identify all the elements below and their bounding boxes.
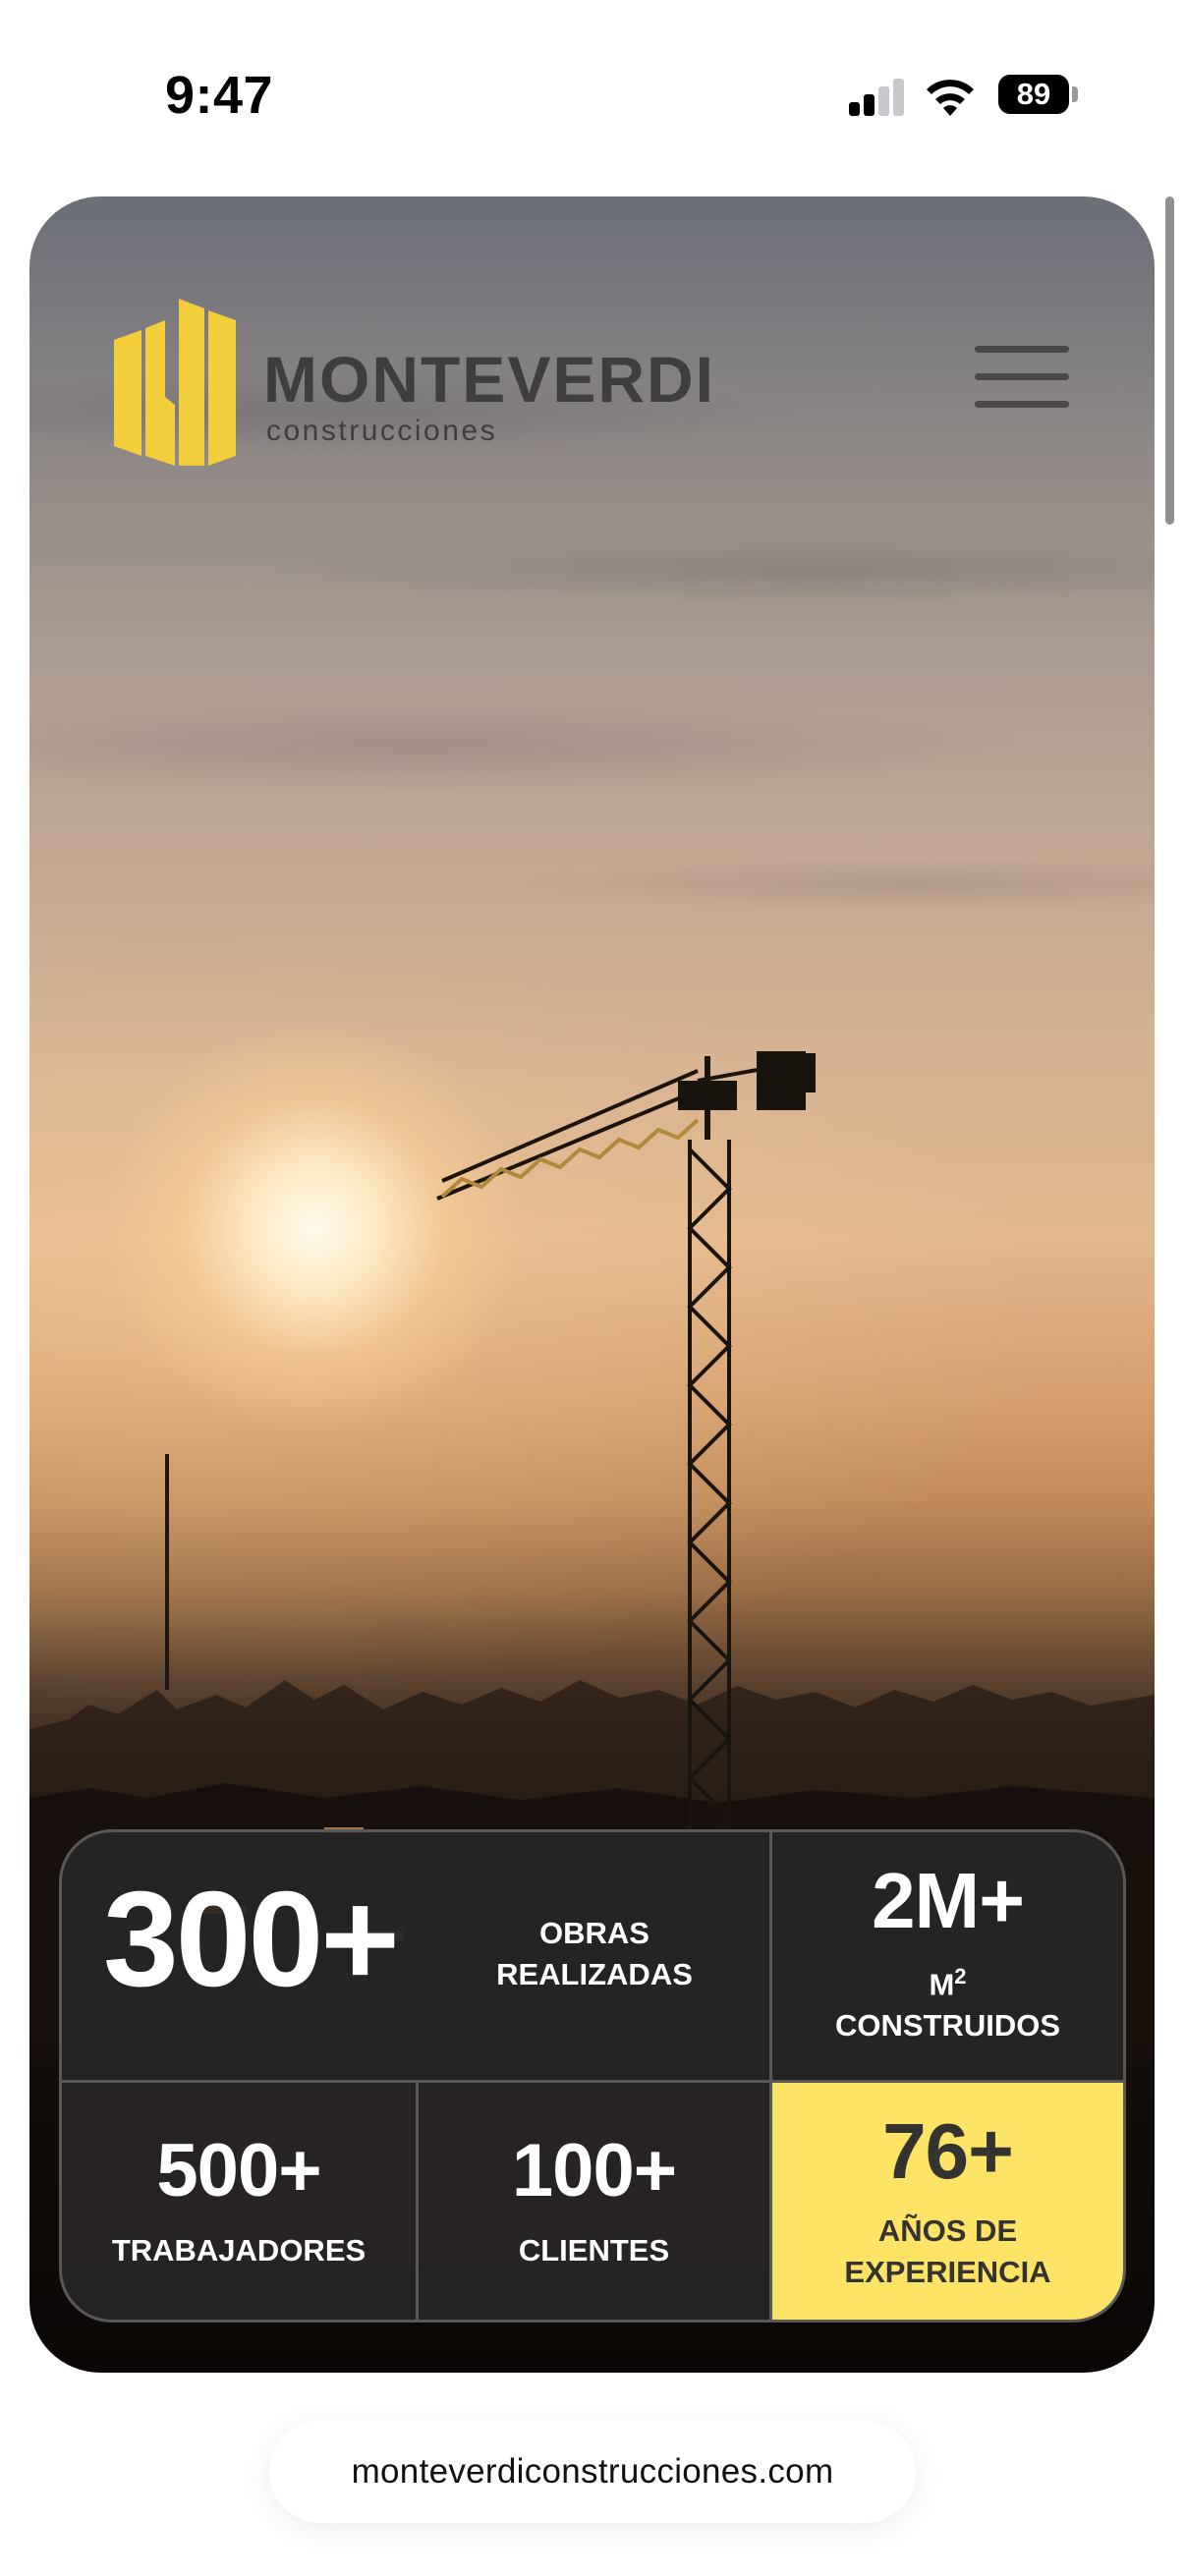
stat-experiencia: 76+ AÑOS DE EXPERIENCIA — [772, 2083, 1123, 2320]
stat-label: CLIENTES — [518, 2233, 670, 2268]
stat-clientes: 100+ CLIENTES — [419, 2083, 772, 2320]
stat-label: TRABAJADORES — [111, 2233, 367, 2268]
stat-value: 76+ — [882, 2107, 1014, 2195]
stat-trabajadores: 500+ TRABAJADORES — [62, 2083, 419, 2320]
stat-label: AÑOS DE EXPERIENCIA — [772, 2211, 1123, 2293]
stat-obras: 300+ OBRAS REALIZADAS — [62, 1832, 772, 2083]
logo-mark-icon — [114, 299, 236, 466]
hero-section: MONTEVERDI construcciones 300+ OBRAS REAL… — [29, 196, 1155, 2373]
scrollbar[interactable] — [1165, 196, 1174, 525]
battery-cap — [1072, 86, 1078, 102]
stat-unit: M2 — [772, 1964, 1123, 2002]
stat-value: 300+ — [103, 1864, 400, 2015]
url-bar[interactable]: monteverdiconstrucciones.com — [269, 2421, 916, 2523]
stats-grid: 300+ OBRAS REALIZADAS 2M+ M2 CONSTRUIDOS … — [59, 1829, 1126, 2323]
status-time: 9:47 — [165, 66, 274, 125]
unit-sup: 2 — [954, 1964, 967, 1988]
brand-name: MONTEVERDI — [263, 343, 716, 416]
stat-m2: 2M+ M2 CONSTRUIDOS — [772, 1832, 1123, 2083]
stat-label-line: EXPERIENCIA — [844, 2255, 1051, 2289]
stat-label-line: OBRAS — [539, 1916, 649, 1950]
wifi-icon — [927, 80, 974, 116]
brand-subtitle: construcciones — [266, 415, 498, 447]
hamburger-menu-icon[interactable] — [975, 344, 1069, 413]
stat-label: OBRAS REALIZADAS — [467, 1913, 722, 1995]
brand-logo[interactable]: MONTEVERDI construcciones — [114, 299, 743, 466]
stat-label-line: AÑOS DE — [877, 2213, 1018, 2248]
stat-label: CONSTRUIDOS — [834, 2008, 1061, 2043]
stat-value: 2M+ — [872, 1857, 1025, 1944]
status-bar: 9:47 89 — [0, 0, 1185, 187]
stat-value: 100+ — [511, 2129, 677, 2212]
unit-base: M — [929, 1967, 955, 2002]
cellular-signal-icon — [849, 79, 906, 116]
stat-value: 500+ — [156, 2129, 321, 2212]
stat-label-line: REALIZADAS — [496, 1957, 693, 1991]
battery-icon: 89 — [998, 75, 1069, 114]
